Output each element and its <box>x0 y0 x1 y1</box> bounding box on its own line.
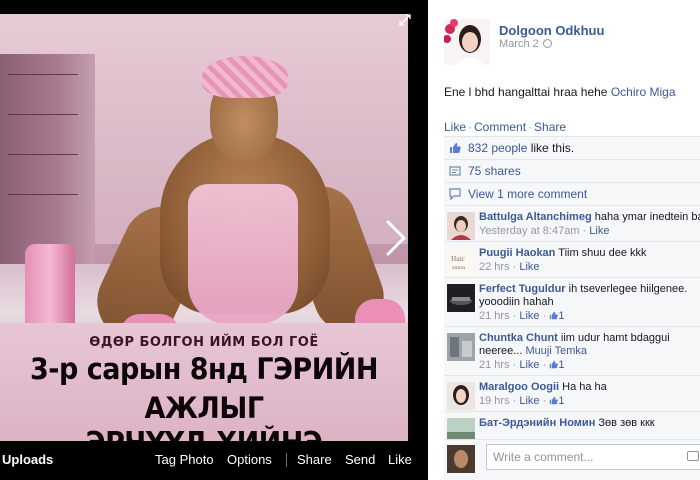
options-button[interactable]: Options <box>227 452 272 467</box>
commenter-avatar[interactable] <box>447 333 475 361</box>
commenter-name[interactable]: Chuntka Chunt <box>479 332 558 344</box>
share-button[interactable]: Share <box>297 452 332 467</box>
post-date: March 2 <box>499 38 552 50</box>
comment-time[interactable]: 21 hrs <box>479 359 510 371</box>
send-button[interactable]: Send <box>345 452 375 467</box>
comment-item: Ferfect Tuguldur ih tseverlegee hiilgene… <box>444 277 700 326</box>
action-sep: · <box>468 120 473 134</box>
svg-text:Hair: Hair <box>451 256 465 263</box>
likes-count-link[interactable]: 832 people <box>468 141 527 155</box>
next-arrow-icon[interactable] <box>380 218 410 258</box>
comment-like-link[interactable]: Like <box>519 310 539 322</box>
photo-action-bar: Uploads Tag Photo Options Share Send Lik… <box>0 441 425 480</box>
author-name[interactable]: Dolgoon Odkhuu <box>499 23 604 38</box>
post-text: Ene l bhd hangalttai hraa hehe Ochiro Mi… <box>444 85 676 99</box>
photo-stage: ӨДӨР БОЛГОН ИЙМ БОЛ ГОЁ 3-р сарын 8нд ГЭ… <box>0 0 425 480</box>
view-more-link[interactable]: View 1 more comment <box>468 187 587 201</box>
comment-mention[interactable]: Muuji Temka <box>525 345 587 357</box>
thumbs-up-icon <box>550 311 559 320</box>
commenter-name[interactable]: Puugii Haokan <box>479 247 555 259</box>
commenter-avatar[interactable] <box>447 382 475 410</box>
svg-text:salon: salon <box>452 265 466 271</box>
comment-time[interactable]: 21 hrs <box>479 310 510 322</box>
view-more-comments: View 1 more comment <box>444 182 700 205</box>
comment-text: Tiim shuu dee kkk <box>558 247 647 259</box>
photo-caption: ӨДӨР БОЛГОН ИЙМ БОЛ ГОЁ 3-р сарын 8нд ГЭ… <box>0 323 408 460</box>
commenter-name[interactable]: Battulga Altanchimeg <box>479 211 592 223</box>
comment-like-count[interactable]: 1 <box>549 395 564 407</box>
comment-like-link[interactable]: Like <box>519 261 539 273</box>
shares-count-link[interactable]: 75 shares <box>468 164 521 178</box>
post-actions: Like · Comment · Share <box>444 120 566 134</box>
thumbs-up-icon <box>450 143 461 153</box>
action-share[interactable]: Share <box>534 120 566 134</box>
comment-text-line2: yooodiin hahah <box>479 296 554 308</box>
commenter-name[interactable]: Maralgoo Oogii <box>479 381 559 393</box>
comment-item: Hair salon Puugii Haokan Tiim shuu dee kk… <box>444 241 700 277</box>
comment-text: haha ymar inedtein bai <box>594 211 700 223</box>
comment-text: ih tseverlegee hiilgenee. <box>568 283 688 295</box>
likes-suffix: like this. <box>527 141 575 155</box>
comment-like-link[interactable]: Like <box>589 225 609 237</box>
comment-item: Maralgoo Oogii Ha ha ha 19 hrs · Like · … <box>444 375 700 411</box>
post-body: Ene l bhd hangalttai hraa hehe <box>444 85 608 99</box>
post-date-text[interactable]: March 2 <box>499 38 539 50</box>
likes-summary: 832 people like this. <box>444 136 700 159</box>
caption-small-text: ӨДӨР БОЛГОН ИЙМ БОЛ ГОЁ <box>89 335 319 350</box>
viewer-avatar <box>447 445 475 473</box>
comment-item: Chuntka Chunt iim udur hamt bdaggui neer… <box>444 326 700 375</box>
comment-time[interactable]: 19 hrs <box>479 395 510 407</box>
photo-theater: ӨДӨР БОЛГОН ИЙМ БОЛ ГОЁ 3-р сарын 8нд ГЭ… <box>0 0 700 480</box>
commenter-avatar[interactable]: Hair salon <box>447 248 475 276</box>
comment-input[interactable]: Write a comment... <box>486 444 700 470</box>
comment-text: Ha ha ha <box>562 381 607 393</box>
commenter-name[interactable]: Бат-Эрдэнийн Номин <box>479 417 595 429</box>
post-panel: Dolgoon Odkhuu March 2 Ene l bhd hangalt… <box>428 0 700 480</box>
action-comment[interactable]: Comment <box>474 120 526 134</box>
post-mention[interactable]: Ochiro Miga <box>611 85 676 99</box>
comment-item: Battulga Altanchimeg haha ymar inedtein … <box>444 205 700 241</box>
tag-photo-button[interactable]: Tag Photo <box>155 452 214 467</box>
camera-icon[interactable] <box>687 451 699 461</box>
comment-time[interactable]: Yesterday at 8:47am <box>479 225 580 237</box>
like-count-value: 1 <box>558 359 565 371</box>
thumbs-up-icon <box>550 396 559 405</box>
commenter-name[interactable]: Ferfect Tuguldur <box>479 283 566 295</box>
comment-text: Зөв зөв ккк <box>598 417 655 429</box>
action-sep: · <box>528 120 533 134</box>
bar-divider <box>286 453 287 467</box>
thumbs-up-icon <box>550 360 559 369</box>
action-like[interactable]: Like <box>444 120 466 134</box>
comment-composer: Write a comment... <box>444 439 700 480</box>
feedback-box: 832 people like this. 75 shares View 1 m… <box>444 136 700 446</box>
commenter-avatar[interactable] <box>447 284 475 312</box>
globe-icon <box>542 39 552 48</box>
comment-like-link[interactable]: Like <box>519 395 539 407</box>
author-avatar[interactable] <box>444 19 490 65</box>
like-count-value: 1 <box>558 310 565 322</box>
comment-bubble-icon <box>449 188 461 200</box>
shares-summary: 75 shares <box>444 159 700 182</box>
like-button[interactable]: Like <box>388 452 412 467</box>
comment-time[interactable]: 22 hrs <box>479 261 510 273</box>
expand-icon[interactable] <box>399 14 413 28</box>
share-icon <box>449 166 461 176</box>
comment-like-link[interactable]: Like <box>519 359 539 371</box>
comment-text-line2: neeree... <box>479 345 523 357</box>
comment-like-count[interactable]: 1 <box>549 359 564 371</box>
caption-line-1: 3-р сарын 8нд ГЭРИЙН АЖЛЫГ <box>30 353 379 426</box>
comment-input-placeholder: Write a comment... <box>493 450 594 464</box>
comment-text: iim udur hamt bdaggui <box>560 332 670 344</box>
uploads-link[interactable]: Uploads <box>2 452 53 467</box>
like-count-value: 1 <box>558 395 565 407</box>
comment-like-count[interactable]: 1 <box>549 310 564 322</box>
commenter-avatar[interactable] <box>447 212 475 240</box>
